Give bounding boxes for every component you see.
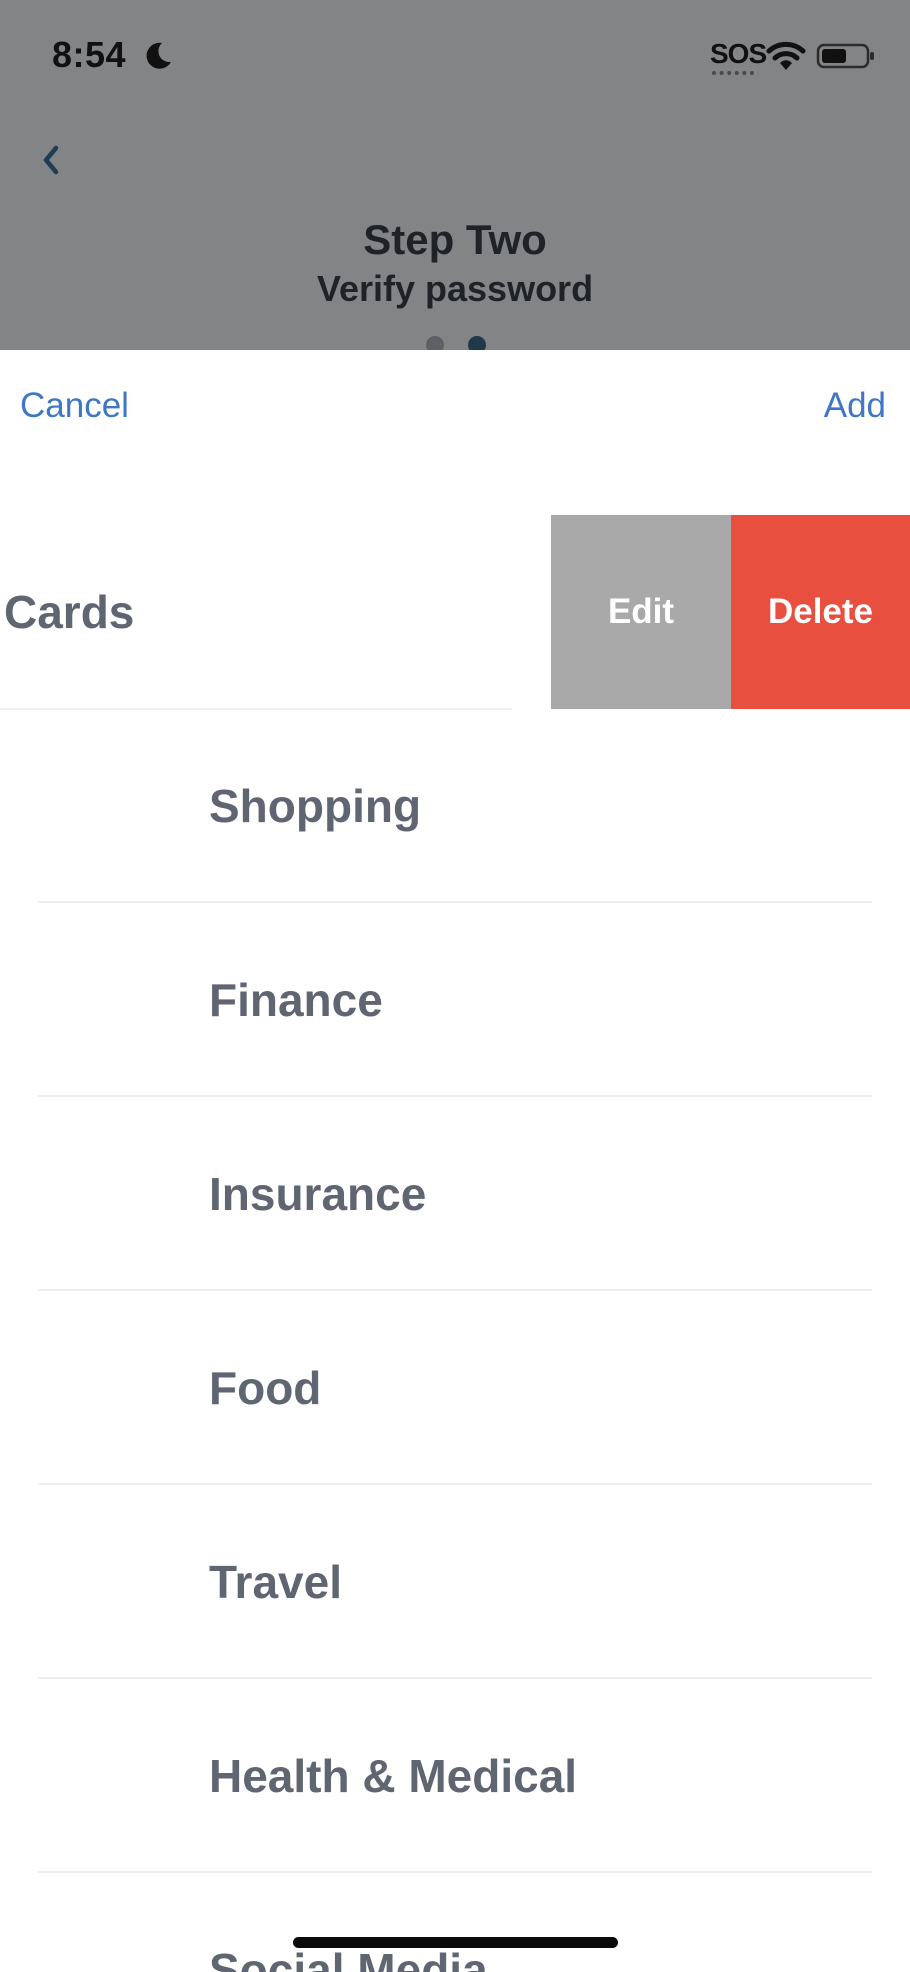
list-item-label: Travel [209, 1556, 342, 1608]
list-item[interactable]: Shopping [0, 709, 910, 903]
list-item-label: Insurance [209, 1168, 427, 1220]
edit-button[interactable]: Edit [551, 515, 731, 709]
step-title: Step Two [363, 216, 547, 263]
list-item-label: Food [209, 1362, 322, 1414]
list-item[interactable]: Finance [0, 903, 910, 1097]
category-list: Shopping Finance Insurance Food Travel H… [0, 709, 910, 1972]
add-button[interactable]: Add [824, 386, 886, 426]
list-item-label: Health & Medical [209, 1750, 578, 1802]
dimmed-header: 8:54 SOS Step Two Verify password [0, 0, 910, 354]
app-screen: 8:54 SOS Step Two Verify password Cancel… [0, 0, 910, 1972]
wifi-icon [766, 41, 806, 70]
list-item-label: Shopping [209, 780, 422, 832]
signal-dots-icon [712, 67, 754, 75]
swiped-list-row[interactable]: Cards Edit Delete [0, 515, 910, 710]
list-item[interactable]: Health & Medical [0, 1679, 910, 1873]
list-item[interactable]: Insurance [0, 1097, 910, 1291]
status-time: 8:54 [52, 34, 127, 75]
list-item[interactable]: Food [0, 1291, 910, 1485]
moon-icon [146, 42, 171, 69]
list-item[interactable]: Social Media [0, 1873, 910, 1972]
delete-button[interactable]: Delete [731, 515, 910, 709]
category-sheet: Cancel Add Cards Edit Delete Shopping Fi… [0, 350, 910, 1972]
chevron-left-icon[interactable] [36, 140, 66, 180]
cancel-button[interactable]: Cancel [20, 386, 129, 426]
sos-indicator: SOS [710, 38, 767, 69]
battery-icon [816, 43, 874, 69]
home-indicator[interactable] [293, 1937, 618, 1948]
list-item-label: Finance [209, 974, 383, 1026]
step-subtitle: Verify password [316, 268, 594, 309]
list-item[interactable]: Travel [0, 1485, 910, 1679]
list-item-label: Cards [4, 586, 135, 638]
